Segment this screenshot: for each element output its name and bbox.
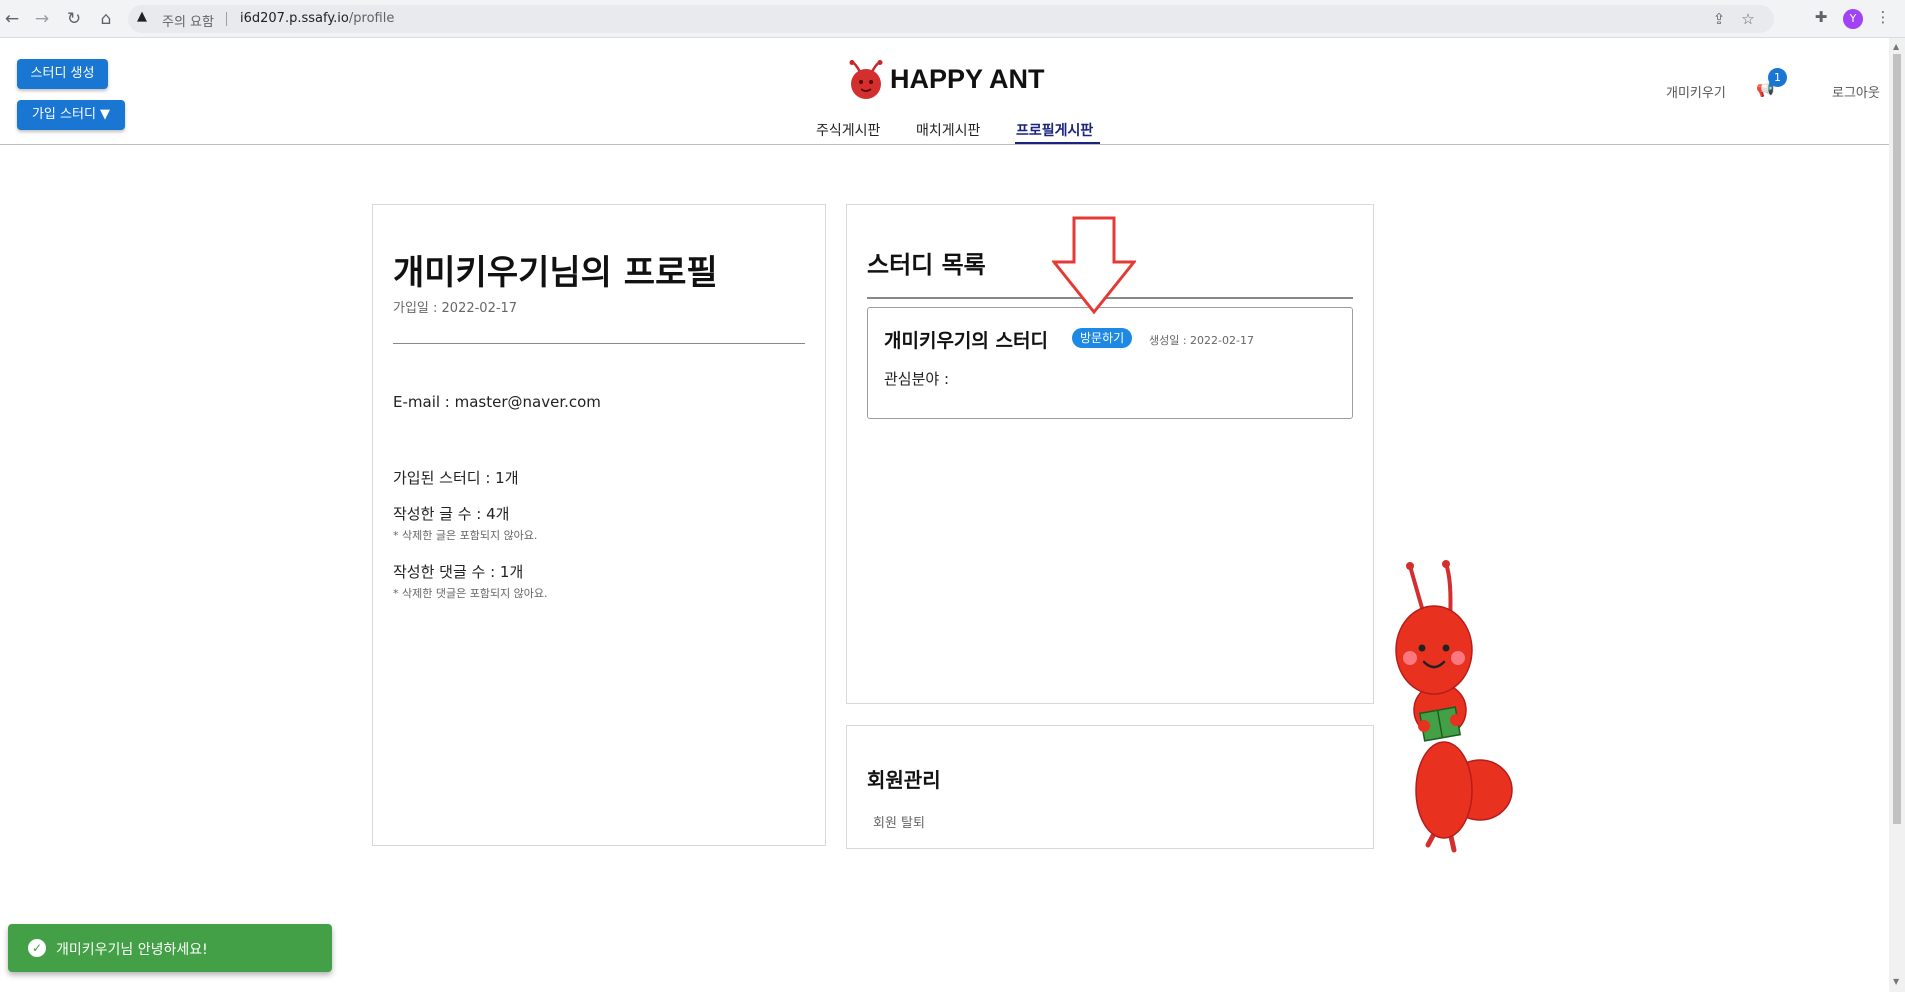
nav-stock-board[interactable]: 주식게시판 <box>816 120 880 140</box>
study-created-date: 생성일 : 2022-02-17 <box>1149 334 1254 347</box>
page-scrollbar[interactable]: ▲ ▼ <box>1889 38 1905 992</box>
scroll-up-icon[interactable]: ▲ <box>1893 42 1899 51</box>
forward-arrow-icon[interactable]: → <box>32 9 52 29</box>
browser-toolbar: ← → ↻ ⌂ ▲ 주의 요함 i6d207.p.ssafy.io/profil… <box>0 0 1905 38</box>
withdraw-link[interactable]: 회원 탈퇴 <box>873 812 925 831</box>
member-management-title: 회원관리 <box>867 768 941 792</box>
profile-title: 개미키우기님의 프로필 <box>393 253 718 293</box>
logout-link[interactable]: 로그아웃 <box>1832 82 1880 101</box>
study-item: 개미키우기의 스터디 방문하기 생성일 : 2022-02-17 관심분야 : <box>867 307 1353 419</box>
create-study-button[interactable]: 스터디 생성 <box>17 59 108 89</box>
member-management-card: 회원관리 회원 탈퇴 <box>846 725 1374 849</box>
comment-note: * 삭제한 댓글은 포함되지 않아요. <box>393 587 548 600</box>
nav-match-board[interactable]: 매치게시판 <box>916 120 980 140</box>
url-text: i6d207.p.ssafy.io/profile <box>240 11 395 26</box>
scroll-thumb[interactable] <box>1893 54 1901 824</box>
address-separator <box>226 12 227 26</box>
visit-study-button[interactable]: 방문하기 <box>1072 328 1133 348</box>
star-icon[interactable]: ☆ <box>1737 10 1759 28</box>
check-circle-icon: ✓ <box>28 939 46 957</box>
header-divider <box>0 144 1889 145</box>
down-arrow-annotation-icon <box>1052 216 1136 315</box>
comment-count: 작성한 댓글 수 : 1개 <box>393 563 524 581</box>
reload-icon[interactable]: ↻ <box>64 9 84 29</box>
security-label: 주의 요함 <box>162 15 214 30</box>
welcome-toast[interactable]: ✓ 개미키우기님 안녕하세요! <box>8 924 332 972</box>
scroll-down-icon[interactable]: ▼ <box>1893 977 1899 986</box>
menu-dots-icon[interactable]: ⋮ <box>1872 8 1894 26</box>
back-arrow-icon[interactable]: ← <box>2 9 22 29</box>
logo-text: HAPPY ANT <box>890 64 1045 94</box>
profile-avatar[interactable]: Y <box>1843 9 1863 29</box>
notification-badge: 1 <box>1768 68 1787 87</box>
profile-card: 개미키우기님의 프로필 가입일 : 2022-02-17 E-mail : ma… <box>372 204 826 846</box>
warning-icon: ▲ <box>137 9 147 24</box>
joined-study-dropdown[interactable]: 가입 스터디 ▼ <box>17 100 125 130</box>
toast-message: 개미키우기님 안녕하세요! <box>56 942 208 958</box>
share-icon[interactable]: ⇪ <box>1708 10 1730 28</box>
extension-icon[interactable]: ✚ <box>1810 8 1832 26</box>
ant-mascot-image <box>1395 560 1513 853</box>
ant-logo-icon <box>849 60 883 99</box>
study-name: 개미키우기의 스터디 <box>884 330 1048 352</box>
post-note: * 삭제한 글은 포함되지 않아요. <box>393 529 538 542</box>
post-count: 작성한 글 수 : 4개 <box>393 505 510 523</box>
nav-profile-board[interactable]: 프로필게시판 <box>1016 120 1093 140</box>
study-interest: 관심분야 : <box>884 370 950 388</box>
email-text: E-mail : master@naver.com <box>393 393 601 411</box>
address-bar[interactable]: ▲ 주의 요함 i6d207.p.ssafy.io/profile ☆ ⇪ <box>128 5 1774 33</box>
study-list-title: 스터디 목록 <box>867 251 986 279</box>
home-icon[interactable]: ⌂ <box>96 9 116 29</box>
joined-studies-count: 가입된 스터디 : 1개 <box>393 469 519 487</box>
joined-date: 가입일 : 2022-02-17 <box>393 301 518 316</box>
username-link[interactable]: 개미키우기 <box>1666 82 1726 101</box>
profile-divider <box>393 343 805 344</box>
